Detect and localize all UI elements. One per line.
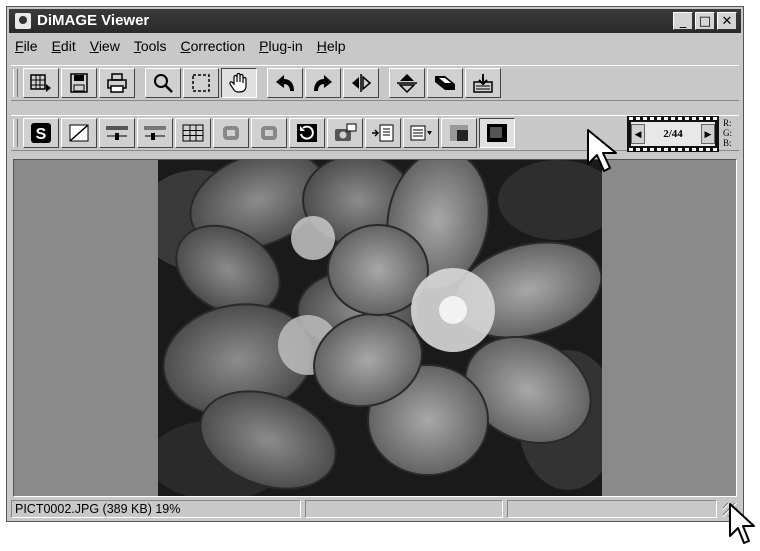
flip-horizontal-icon [352, 74, 372, 92]
status-bar: PICT0002.JPG (389 KB) 19% [11, 499, 739, 519]
title-bar[interactable]: DiMAGE Viewer _ □ ✕ [9, 9, 741, 33]
menu-view[interactable]: View [90, 38, 120, 54]
brightness-contrast-icon [106, 126, 128, 140]
reset-icon [297, 124, 317, 142]
frame-navigator: ◀ 2/44 ▶ [627, 116, 719, 152]
flower-photo[interactable] [138, 160, 618, 496]
hand-tool-button[interactable] [221, 68, 257, 98]
snapshot-button[interactable] [327, 118, 363, 148]
app-window: DiMAGE Viewer _ □ ✕ File Edit View Tools… [6, 6, 744, 522]
mouse-pointer-icon [587, 129, 617, 172]
job-list-button[interactable] [403, 118, 439, 148]
rgb-r-label: R: [723, 118, 732, 128]
flip-horizontal-button[interactable] [343, 68, 379, 98]
tone-curve-icon [69, 124, 89, 142]
minimize-button[interactable]: _ [673, 12, 693, 30]
status-panel-2 [305, 500, 503, 518]
reset-button[interactable] [289, 118, 325, 148]
prev-frame-button[interactable]: ◀ [631, 124, 645, 144]
zoom-button[interactable] [145, 68, 181, 98]
color-balance-button[interactable] [137, 118, 173, 148]
undo-correction-button[interactable] [213, 118, 249, 148]
resize-cursor-icon [729, 503, 755, 544]
selection-icon [192, 74, 210, 92]
flip-vertical-icon [397, 74, 417, 94]
undo-correction-icon [223, 126, 239, 140]
image-viewport[interactable] [13, 159, 737, 497]
menu-help[interactable]: Help [317, 38, 346, 54]
menu-correction[interactable]: Correction [181, 38, 246, 54]
rgb-b-label: B: [723, 138, 732, 148]
redo-correction-icon [261, 126, 277, 140]
film-strip-bottom [629, 148, 717, 151]
display-mode-button[interactable] [479, 118, 515, 148]
menu-file[interactable]: File [15, 38, 38, 54]
before-after-icon [450, 125, 468, 141]
job-list-icon [410, 125, 432, 141]
maximize-button[interactable]: □ [695, 12, 715, 30]
toolbar-grip[interactable] [13, 69, 18, 97]
before-after-button[interactable] [441, 118, 477, 148]
print-icon [107, 73, 127, 93]
frame-counter: 2/44 [663, 128, 683, 140]
toolbar-grip[interactable] [13, 119, 18, 147]
rotate-right-button[interactable] [305, 68, 341, 98]
main-toolbar [11, 65, 739, 101]
rotate-left-icon [276, 75, 294, 91]
menu-plug-in[interactable]: Plug-in [259, 38, 303, 54]
menu-bar: File Edit View Tools Correction Plug-in … [9, 35, 741, 57]
resize-button[interactable] [427, 68, 463, 98]
hand-icon [229, 72, 247, 93]
film-strip-top [629, 117, 717, 120]
save-icon [70, 73, 88, 93]
app-icon[interactable] [15, 13, 31, 29]
s-correction-icon: S [31, 123, 51, 143]
menu-tools[interactable]: Tools [134, 38, 167, 54]
thumbnail-view-button[interactable] [23, 68, 59, 98]
window-title: DiMAGE Viewer [37, 12, 150, 29]
flip-vertical-button[interactable] [389, 68, 425, 98]
s-correction-button[interactable]: S [23, 118, 59, 148]
status-file-info: PICT0002.JPG (389 KB) 19% [11, 500, 301, 518]
status-panel-3 [507, 500, 717, 518]
magnifier-icon [154, 74, 173, 93]
batch-export-icon [473, 74, 493, 93]
variations-button[interactable] [175, 118, 211, 148]
correction-toolbar: S ◀ 2/44 ▶ R: G: B: [11, 115, 739, 152]
batch-export-button[interactable] [465, 68, 501, 98]
rgb-g-label: G: [723, 128, 732, 138]
print-button[interactable] [99, 68, 135, 98]
snapshot-icon [335, 123, 357, 141]
menu-edit[interactable]: Edit [52, 38, 76, 54]
brightness-contrast-button[interactable] [99, 118, 135, 148]
job-save-button[interactable] [365, 118, 401, 148]
flower-image [138, 160, 618, 496]
color-balance-icon [144, 126, 166, 140]
save-button[interactable] [61, 68, 97, 98]
resize-icon [435, 76, 455, 90]
job-save-icon [372, 124, 394, 142]
variations-icon [182, 124, 204, 142]
display-mode-icon [487, 124, 507, 142]
selection-button[interactable] [183, 68, 219, 98]
rgb-readout: R: G: B: [723, 118, 732, 148]
svg-text:S: S [36, 126, 47, 143]
rotate-left-button[interactable] [267, 68, 303, 98]
close-button[interactable]: ✕ [717, 12, 737, 30]
redo-correction-button[interactable] [251, 118, 287, 148]
rotate-right-icon [314, 75, 332, 91]
tone-curve-button[interactable] [61, 118, 97, 148]
thumbnail-view-icon [30, 74, 51, 92]
next-frame-button[interactable]: ▶ [701, 124, 715, 144]
